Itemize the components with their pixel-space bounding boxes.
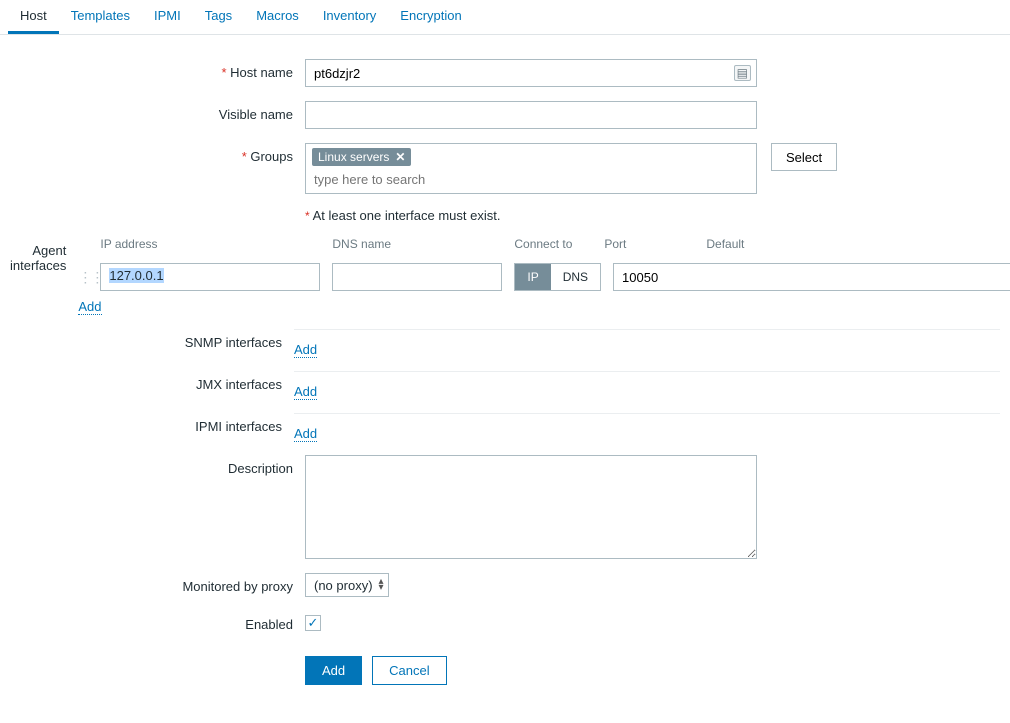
connect-to-toggle: IP DNS (514, 263, 601, 291)
cancel-button[interactable]: Cancel (372, 656, 446, 685)
agent-dns-input[interactable] (332, 263, 502, 291)
connect-ip-button[interactable]: IP (515, 264, 550, 290)
jmx-add-link[interactable]: Add (294, 384, 317, 400)
proxy-value: (no proxy) (314, 578, 373, 593)
header-default: Default (706, 237, 766, 251)
tab-bar: Host Templates IPMI Tags Macros Inventor… (0, 0, 1010, 35)
proxy-select[interactable]: (no proxy) ▴▾ (305, 573, 389, 597)
label-description: Description (10, 455, 305, 476)
group-tag[interactable]: Linux servers ✕ (312, 148, 411, 166)
header-port: Port (604, 237, 694, 251)
interface-note: * At least one interface must exist. (305, 208, 1000, 223)
tab-tags[interactable]: Tags (193, 0, 244, 34)
add-button[interactable]: Add (305, 656, 362, 685)
label-host-name: Host name (10, 59, 305, 80)
agent-add-link[interactable]: Add (78, 299, 101, 315)
label-enabled: Enabled (10, 611, 305, 632)
tab-host[interactable]: Host (8, 0, 59, 34)
groups-select-button[interactable]: Select (771, 143, 837, 171)
label-groups: Groups (10, 143, 305, 164)
visible-name-input[interactable] (305, 101, 757, 129)
snmp-add-link[interactable]: Add (294, 342, 317, 358)
drag-handle-icon[interactable]: ⋮⋮ (78, 269, 88, 286)
tab-inventory[interactable]: Inventory (311, 0, 388, 34)
agent-interface-row: ⋮⋮ 127.0.0.1 IP DNS Remove (78, 263, 1010, 291)
autofill-icon: ▤ (734, 65, 751, 81)
label-ipmi-interfaces: IPMI interfaces (10, 413, 294, 434)
description-textarea[interactable] (305, 455, 757, 559)
groups-input[interactable]: Linux servers ✕ (305, 143, 757, 194)
groups-search-input[interactable] (312, 170, 750, 189)
interface-header: IP address DNS name Connect to Port Defa… (78, 237, 1010, 251)
select-caret-icon: ▴▾ (379, 579, 384, 591)
tab-encryption[interactable]: Encryption (388, 0, 473, 34)
group-tag-remove-icon[interactable]: ✕ (395, 150, 405, 164)
label-snmp-interfaces: SNMP interfaces (10, 329, 294, 350)
enabled-checkbox[interactable]: ✓ (305, 615, 321, 631)
label-proxy: Monitored by proxy (10, 573, 305, 594)
tab-macros[interactable]: Macros (244, 0, 311, 34)
ipmi-add-link[interactable]: Add (294, 426, 317, 442)
tab-ipmi[interactable]: IPMI (142, 0, 193, 34)
header-dns: DNS name (332, 237, 502, 251)
host-form: Host name ▤ Visible name Groups Linux se… (0, 35, 1010, 723)
label-jmx-interfaces: JMX interfaces (10, 371, 294, 392)
host-name-input[interactable] (305, 59, 757, 87)
agent-port-input[interactable] (613, 263, 1010, 291)
connect-dns-button[interactable]: DNS (551, 264, 600, 290)
label-visible-name: Visible name (10, 101, 305, 122)
header-connect: Connect to (514, 237, 592, 251)
tab-templates[interactable]: Templates (59, 0, 142, 34)
agent-ip-input[interactable] (100, 263, 320, 291)
header-ip: IP address (100, 237, 320, 251)
label-agent-interfaces: Agent interfaces (10, 237, 78, 273)
group-tag-label: Linux servers (318, 150, 389, 164)
